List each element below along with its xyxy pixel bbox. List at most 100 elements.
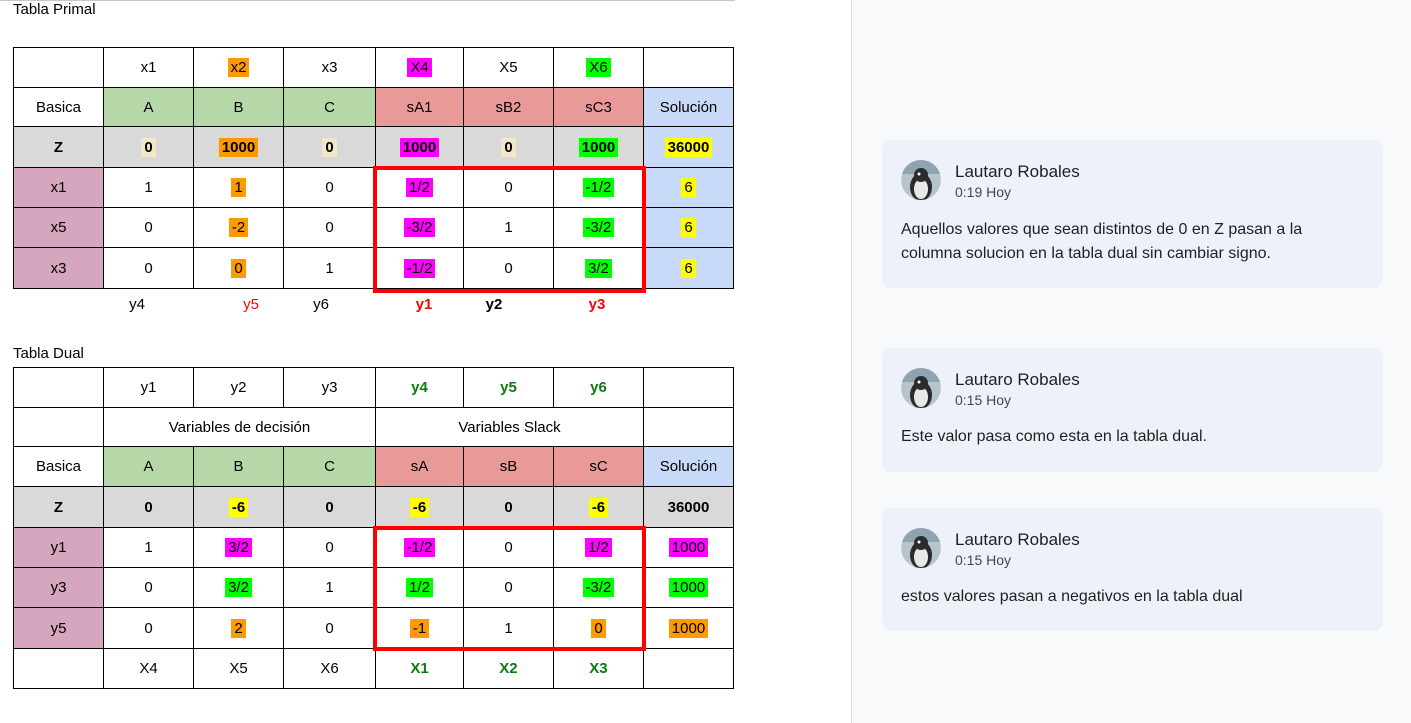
dual-footer-x2: X2	[462, 648, 554, 689]
dual-z-label: Z	[13, 486, 104, 528]
table-cell: -2	[193, 207, 284, 248]
dual-header-row: y1 y2 y3 y4 y5 y6	[13, 367, 735, 408]
primal-header-blank-end	[642, 47, 735, 88]
dual-table-title: Tabla Dual	[13, 345, 84, 362]
dual-label-c: C	[282, 446, 377, 487]
page-top-border	[0, 0, 735, 1]
dual-header-y2: y2	[193, 367, 284, 408]
table-cell: 1	[282, 247, 377, 289]
comment-time: 0:19 Hoy	[955, 184, 1012, 200]
dual-label-solucion: Solución	[642, 446, 735, 487]
primal-basic-var: x5	[13, 207, 104, 248]
dual-group-slack: Variables Slack	[375, 407, 644, 447]
dual-header-y4: y4	[375, 367, 464, 408]
dual-label-sc: sC	[552, 446, 644, 487]
dual-label-b: B	[193, 446, 284, 487]
dual-group-blank-end	[642, 407, 735, 447]
dual-red-highlight-box	[373, 526, 646, 651]
table-cell: 1	[103, 167, 194, 208]
cell-value: 1	[231, 178, 246, 197]
primal-z-sb2: 0	[462, 126, 554, 168]
table-cell: 1	[103, 527, 194, 568]
primal-z-row: Z 0 1000 0 1000 0 1000 36000	[13, 126, 735, 168]
primal-header-x5: X5	[462, 47, 554, 88]
primal-z-c: 0	[282, 126, 377, 168]
comment-time: 0:15 Hoy	[955, 392, 1012, 408]
table-cell: 0	[193, 247, 284, 289]
table-cell: 3/2	[193, 567, 284, 608]
primal-header-x4: X4	[375, 47, 464, 88]
primal-z-a: 0	[103, 126, 194, 168]
cell-value: 6	[681, 258, 696, 278]
dual-z-sc-text: -6	[588, 497, 609, 517]
primal-header-x4-text: X4	[407, 58, 432, 77]
primal-z-sc3-text: 1000	[578, 137, 619, 157]
table-cell: 0	[282, 167, 377, 208]
primal-z-a-text: 0	[141, 137, 156, 157]
table-cell: 0	[282, 607, 377, 649]
dual-z-b-text: -6	[228, 497, 249, 517]
table-cell: 1	[193, 167, 284, 208]
penguin-avatar-icon	[901, 160, 941, 200]
primal-header-x3: x3	[282, 47, 377, 88]
dual-z-c: 0	[282, 486, 377, 528]
dual-group-decision: Variables de decisión	[102, 407, 377, 447]
primal-header-x2: x2	[193, 47, 284, 88]
primal-dual-label-y2: y2	[485, 296, 503, 313]
table-cell: 6	[642, 247, 735, 289]
primal-z-sa1-text: 1000	[399, 137, 440, 157]
dual-z-sb: 0	[462, 486, 554, 528]
primal-basic-var: x1	[13, 167, 104, 208]
table-cell: 0	[282, 207, 377, 248]
primal-label-b: B	[193, 87, 284, 127]
primal-z-solucion-text: 36000	[664, 137, 713, 157]
comment-card[interactable]: Lautaro Robales 0:15 Hoy estos valores p…	[882, 508, 1383, 631]
dual-z-sc: -6	[552, 486, 644, 528]
primal-label-solucion: Solución	[642, 87, 735, 127]
cell-value: 1000	[668, 618, 709, 638]
dual-footer-blank-end	[642, 648, 735, 689]
comment-card[interactable]: Lautaro Robales 0:19 Hoy Aquellos valore…	[882, 140, 1383, 288]
primal-basic-var: x3	[13, 247, 104, 289]
primal-header-x6-text: X6	[586, 58, 611, 77]
cell-value: 6	[681, 218, 696, 237]
dual-footer-x1: X1	[375, 648, 464, 689]
cell-value: 6	[681, 178, 696, 197]
dual-group-row: Variables de decisión Variables Slack	[13, 407, 735, 447]
comment-author: Lautaro Robales	[955, 530, 1080, 549]
table-cell: 6	[642, 167, 735, 208]
penguin-avatar-icon	[901, 368, 941, 408]
comment-text: estos valores pasan a negativos en la ta…	[901, 588, 1243, 605]
primal-header-x1: x1	[103, 47, 194, 88]
dual-basic-var: y3	[13, 567, 104, 608]
table-cell: 0	[103, 247, 194, 289]
dual-z-row: Z 0 -6 0 -6 0 -6 36000	[13, 486, 735, 528]
dual-footer-x6: X6	[282, 648, 377, 689]
comment-text: Aquellos valores que sean distintos de 0…	[901, 221, 1303, 262]
primal-dual-label-y1: y1	[415, 296, 433, 313]
cell-value: 0	[231, 258, 246, 278]
dual-footer-row: X4 X5 X6 X1 X2 X3	[13, 648, 735, 689]
primal-z-c-text: 0	[322, 137, 337, 157]
comment-card[interactable]: Lautaro Robales 0:15 Hoy Este valor pasa…	[882, 348, 1383, 472]
primal-dual-label-y5: y5	[243, 296, 259, 313]
dual-group-blank	[13, 407, 104, 447]
primal-label-basica: Basica	[13, 87, 104, 127]
table-cell: 0	[103, 207, 194, 248]
dual-basic-var: y5	[13, 607, 104, 649]
dual-header-y5: y5	[462, 367, 554, 408]
primal-header-x2-text: x2	[227, 58, 250, 77]
primal-label-a: A	[103, 87, 194, 127]
table-cell: 1000	[642, 607, 735, 649]
table-cell: 1000	[642, 567, 735, 608]
comment-time: 0:15 Hoy	[955, 552, 1012, 568]
dual-label-sa: sA	[375, 446, 464, 487]
dual-z-b: -6	[193, 486, 284, 528]
comment-author: Lautaro Robales	[955, 370, 1080, 389]
cell-value: 2	[231, 618, 246, 638]
table-cell: 0	[282, 527, 377, 568]
primal-table-title: Tabla Primal	[13, 1, 96, 18]
primal-header-row: x1 x2 x3 X4 X5 X6	[13, 47, 735, 88]
primal-header-x6: X6	[552, 47, 644, 88]
comment-author: Lautaro Robales	[955, 162, 1080, 181]
